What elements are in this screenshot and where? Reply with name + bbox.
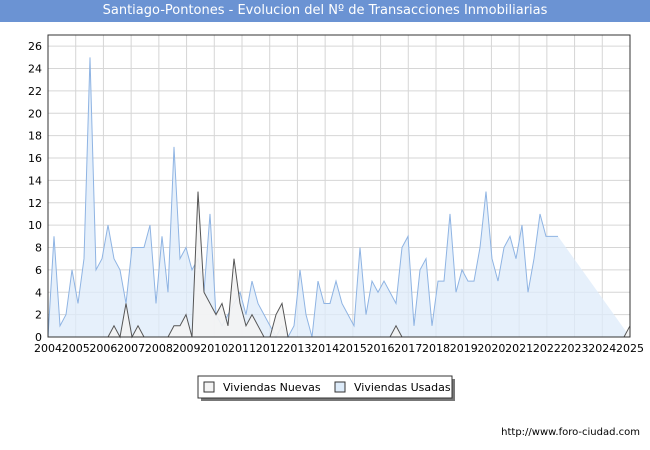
x-tick-label: 2011 xyxy=(228,342,256,355)
legend: Viviendas Nuevas Viviendas Usadas xyxy=(197,375,455,401)
x-tick-label: 2010 xyxy=(200,342,228,355)
legend-swatch xyxy=(203,381,215,393)
x-tick-label: 2012 xyxy=(256,342,284,355)
y-tick-label: 6 xyxy=(35,264,42,277)
x-tick-label: 2004 xyxy=(34,342,62,355)
y-tick-label: 4 xyxy=(35,286,42,299)
x-tick-label: 2017 xyxy=(394,342,422,355)
x-tick-label: 2013 xyxy=(283,342,311,355)
chart: 024681012141618202224262004 2005 2006 2007 2… xyxy=(28,34,644,401)
x-tick-label: 2006 xyxy=(89,342,117,355)
y-tick-label: 14 xyxy=(28,174,42,187)
x-tick-label: 2022 xyxy=(533,342,561,355)
y-tick-label: 8 xyxy=(35,242,42,255)
y-tick-label: 24 xyxy=(28,63,42,76)
y-tick-label: 16 xyxy=(28,152,42,165)
x-tick-label: 2016 xyxy=(367,342,395,355)
y-tick-label: 2 xyxy=(35,309,42,322)
x-tick-label: 2021 xyxy=(505,342,533,355)
x-tick-label: 2005 xyxy=(62,342,90,355)
x-tick-label: 2024 xyxy=(588,342,616,355)
chart-title: Santiago-Pontones - Evolucion del Nº de … xyxy=(0,0,650,22)
y-tick-label: 10 xyxy=(28,219,42,232)
legend-label: Viviendas Nuevas xyxy=(223,381,321,394)
x-tick-label: 2008 xyxy=(145,342,173,355)
x-tick-label: 2020 xyxy=(477,342,505,355)
x-tick-label: 2019 xyxy=(450,342,478,355)
x-tick-label: 2015 xyxy=(339,342,367,355)
y-tick-label: 18 xyxy=(28,130,42,143)
legend-label: Viviendas Usadas xyxy=(354,381,451,394)
y-tick-label: 12 xyxy=(28,197,42,210)
x-tick-label: 2014 xyxy=(311,342,339,355)
x-tick-label: 2025 xyxy=(616,342,644,355)
y-tick-label: 26 xyxy=(28,40,42,53)
y-tick-label: 22 xyxy=(28,85,42,98)
x-tick-label: 2018 xyxy=(422,342,450,355)
x-tick-label: 2009 xyxy=(173,342,201,355)
legend-swatch xyxy=(334,381,346,393)
footer-url: http://www.foro-ciudad.com xyxy=(501,427,640,438)
x-tick-label: 2007 xyxy=(117,342,145,355)
x-tick-label: 2023 xyxy=(561,342,589,355)
y-tick-label: 20 xyxy=(28,107,42,120)
